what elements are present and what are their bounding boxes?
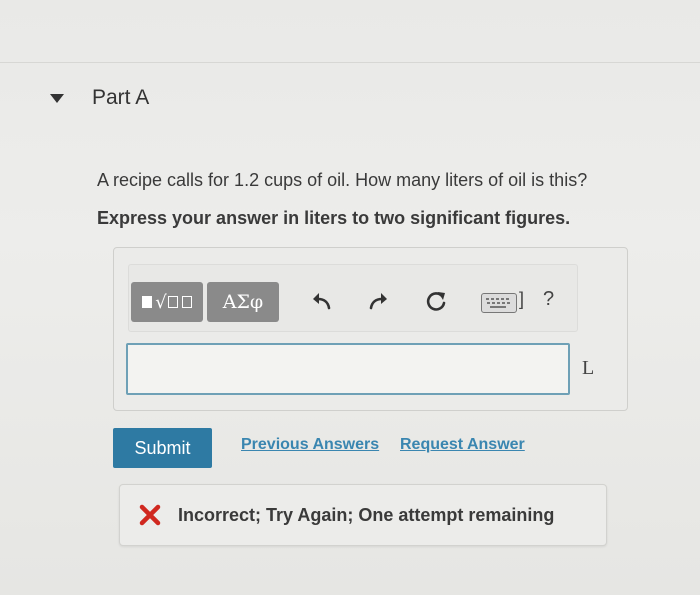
reset-button[interactable] bbox=[421, 287, 451, 317]
question-text: A recipe calls for 1.2 cups of oil. How … bbox=[97, 170, 588, 190]
math-toolbar: √ ΑΣφ] ? bbox=[128, 264, 578, 332]
unit-label: L bbox=[582, 357, 595, 379]
undo-icon bbox=[313, 293, 331, 310]
part-title: Part A bbox=[92, 86, 150, 109]
feedback-text: Incorrect; Try Again; One attempt remain… bbox=[178, 505, 555, 525]
part-header[interactable]: Part A bbox=[50, 86, 149, 110]
reset-icon bbox=[426, 292, 446, 311]
redo-icon bbox=[369, 293, 387, 310]
greek-letters-button[interactable]: ΑΣφ bbox=[207, 282, 279, 322]
help-button[interactable]: ? bbox=[543, 288, 554, 311]
redo-button[interactable] bbox=[363, 287, 393, 317]
previous-answers-link[interactable]: Previous Answers bbox=[241, 436, 379, 454]
undo-button[interactable] bbox=[307, 287, 337, 317]
templates-icon: √ bbox=[139, 292, 194, 313]
templates-button[interactable]: √ bbox=[131, 282, 203, 322]
request-answer-link[interactable]: Request Answer bbox=[400, 436, 525, 454]
feedback-box: Incorrect; Try Again; One attempt remain… bbox=[119, 484, 607, 546]
keyboard-bracket: ] bbox=[519, 289, 525, 309]
answer-panel: √ ΑΣφ] ? L bbox=[113, 247, 628, 411]
answer-input[interactable] bbox=[126, 343, 570, 395]
collapse-caret-icon[interactable] bbox=[50, 93, 64, 103]
incorrect-x-icon bbox=[139, 504, 161, 526]
submit-button[interactable]: Submit bbox=[113, 428, 212, 468]
section-divider bbox=[0, 62, 700, 63]
question-instruction: Express your answer in liters to two sig… bbox=[97, 208, 571, 228]
keyboard-icon[interactable] bbox=[481, 293, 517, 313]
